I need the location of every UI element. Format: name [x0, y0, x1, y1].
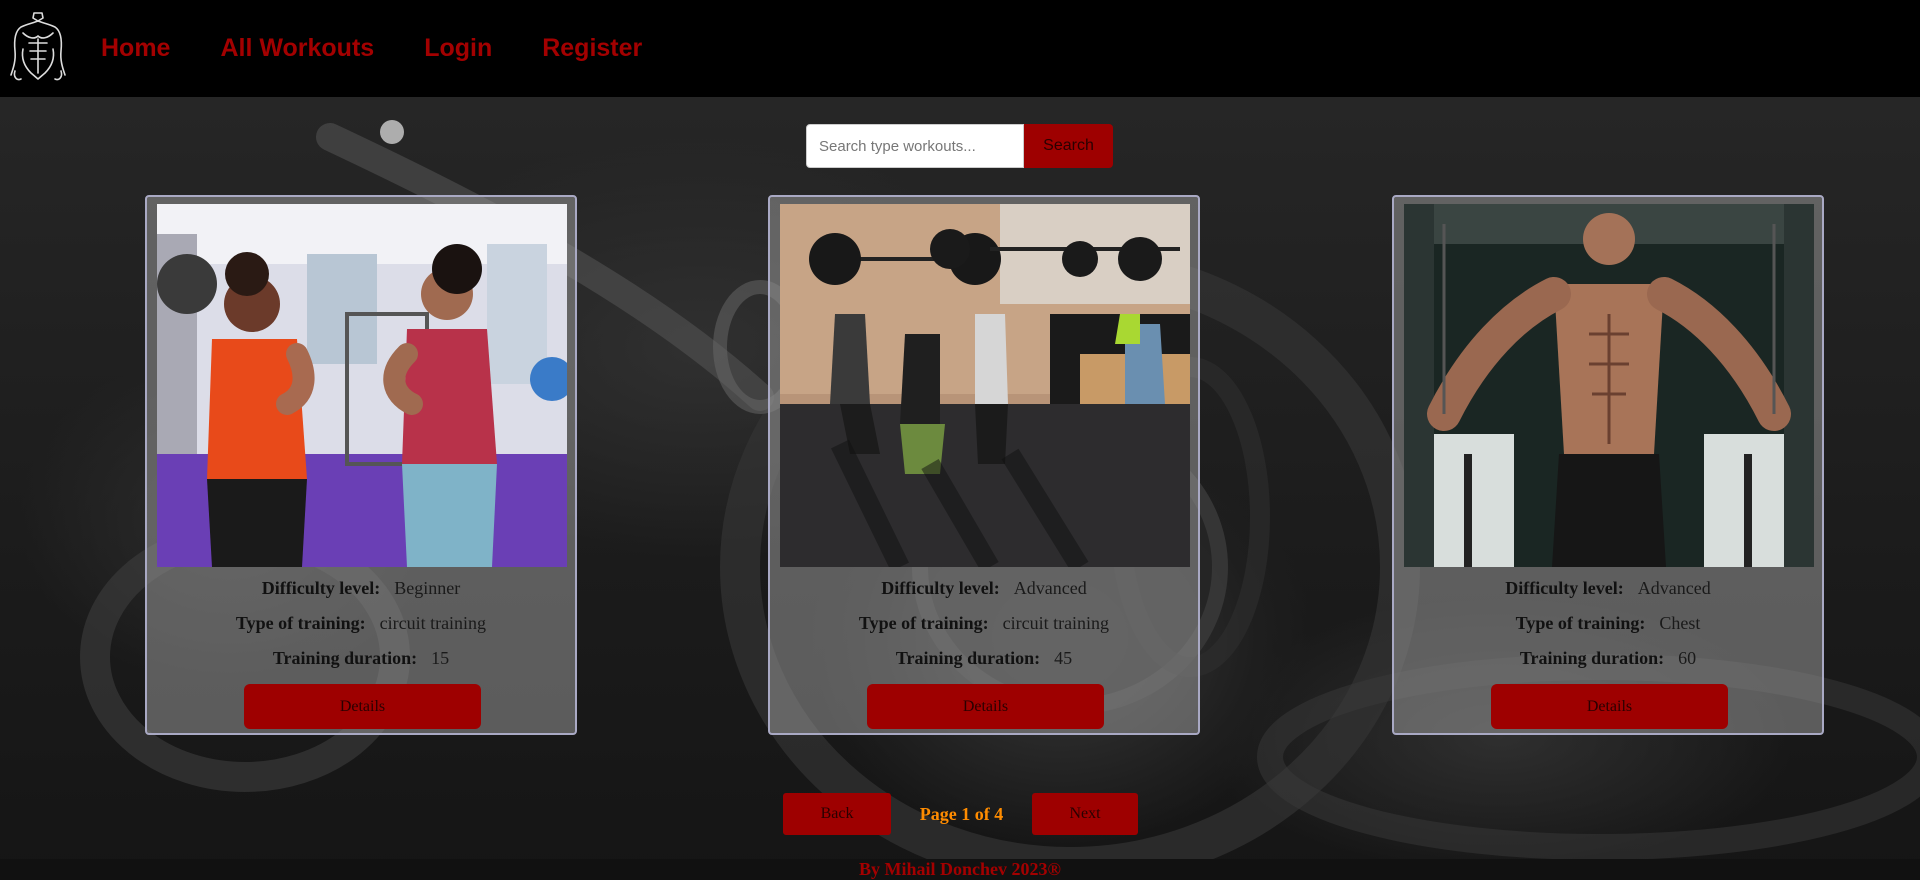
workout-info: Difficulty level: Advanced Type of traini… — [1394, 571, 1822, 676]
difficulty-row: Difficulty level: Advanced — [770, 571, 1198, 606]
difficulty-row: Difficulty level: Beginner — [147, 571, 575, 606]
difficulty-label: Difficulty level: — [1505, 578, 1624, 598]
duration-row: Training duration: 60 — [1394, 641, 1822, 676]
difficulty-value: Advanced — [1637, 578, 1711, 598]
type-row: Type of training: circuit training — [770, 606, 1198, 641]
nav-link-register[interactable]: Register — [542, 34, 642, 63]
footer: By Mihail Donchev 2023® — [0, 859, 1920, 880]
details-button[interactable]: Details — [1491, 684, 1728, 729]
duration-label: Training duration: — [272, 648, 418, 668]
details-button[interactable]: Details — [867, 684, 1104, 729]
duration-label: Training duration: — [895, 648, 1041, 668]
workout-info: Difficulty level: Beginner Type of traini… — [147, 571, 575, 676]
search-input[interactable] — [806, 124, 1024, 168]
difficulty-label: Difficulty level: — [261, 578, 381, 598]
type-value: circuit training — [1002, 613, 1110, 633]
difficulty-value: Beginner — [394, 578, 461, 598]
footer-text: By Mihail Donchev 2023® — [859, 859, 1061, 879]
duration-label: Training duration: — [1519, 648, 1665, 668]
difficulty-value: Advanced — [1013, 578, 1087, 598]
duration-row: Training duration: 45 — [770, 641, 1198, 676]
page-indicator: Page 1 of 4 — [919, 803, 1004, 824]
type-label: Type of training: — [1515, 613, 1646, 633]
page: Home All Workouts Login Register Search — [0, 0, 1920, 880]
duration-row: Training duration: 15 — [147, 641, 575, 676]
workout-card: Difficulty level: Advanced Type of traini… — [768, 195, 1200, 735]
workout-image-bodybuilder-cable — [1404, 204, 1814, 567]
search-button[interactable]: Search — [1024, 124, 1113, 168]
details-button[interactable]: Details — [244, 684, 481, 729]
type-value: Chest — [1659, 613, 1701, 633]
duration-value: 15 — [431, 648, 450, 668]
workout-image-group-squat — [780, 204, 1190, 567]
nav-link-home[interactable]: Home — [101, 34, 170, 63]
workout-info: Difficulty level: Advanced Type of traini… — [770, 571, 1198, 676]
search-bar: Search — [806, 124, 1113, 168]
nav-link-login[interactable]: Login — [424, 34, 492, 63]
next-button[interactable]: Next — [1032, 793, 1138, 835]
workout-card: Difficulty level: Beginner Type of traini… — [145, 195, 577, 735]
workout-card: Difficulty level: Advanced Type of traini… — [1392, 195, 1824, 735]
type-row: Type of training: circuit training — [147, 606, 575, 641]
navbar: Home All Workouts Login Register — [0, 0, 1920, 97]
type-value: circuit training — [379, 613, 487, 633]
type-label: Type of training: — [858, 613, 989, 633]
pagination: Back Page 1 of 4 Next — [783, 793, 1138, 835]
type-row: Type of training: Chest — [1394, 606, 1822, 641]
difficulty-row: Difficulty level: Advanced — [1394, 571, 1822, 606]
back-button[interactable]: Back — [783, 793, 891, 835]
duration-value: 60 — [1678, 648, 1697, 668]
workout-image-two-women-boxing — [157, 204, 567, 567]
duration-value: 45 — [1054, 648, 1073, 668]
difficulty-label: Difficulty level: — [881, 578, 1000, 598]
nav-links: Home All Workouts Login Register — [101, 34, 692, 63]
bodybuilder-logo-icon[interactable] — [8, 6, 68, 92]
nav-link-all-workouts[interactable]: All Workouts — [220, 34, 374, 63]
type-label: Type of training: — [235, 613, 366, 633]
